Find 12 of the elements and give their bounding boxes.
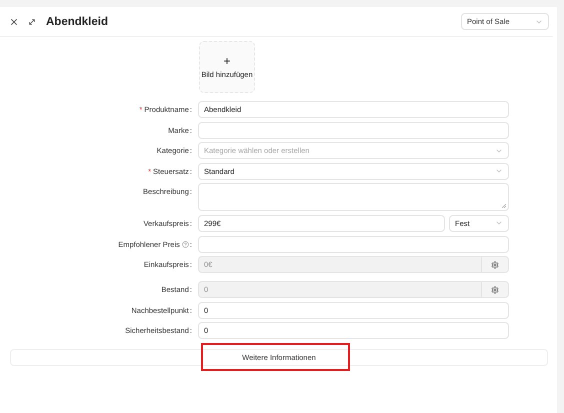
resize-handle-icon[interactable] xyxy=(502,204,506,208)
window-title: Abendkleid xyxy=(46,16,109,28)
settings-button[interactable] xyxy=(481,256,509,274)
settings-icon xyxy=(491,260,499,269)
close-icon xyxy=(9,16,19,26)
input-field[interactable] xyxy=(198,236,509,253)
textarea-field[interactable] xyxy=(198,183,509,212)
input-field[interactable] xyxy=(198,122,509,139)
settings-button[interactable] xyxy=(481,281,509,298)
settings-icon xyxy=(491,286,499,294)
diagonal-arrow-icon xyxy=(28,18,36,26)
help-icon xyxy=(182,240,189,248)
